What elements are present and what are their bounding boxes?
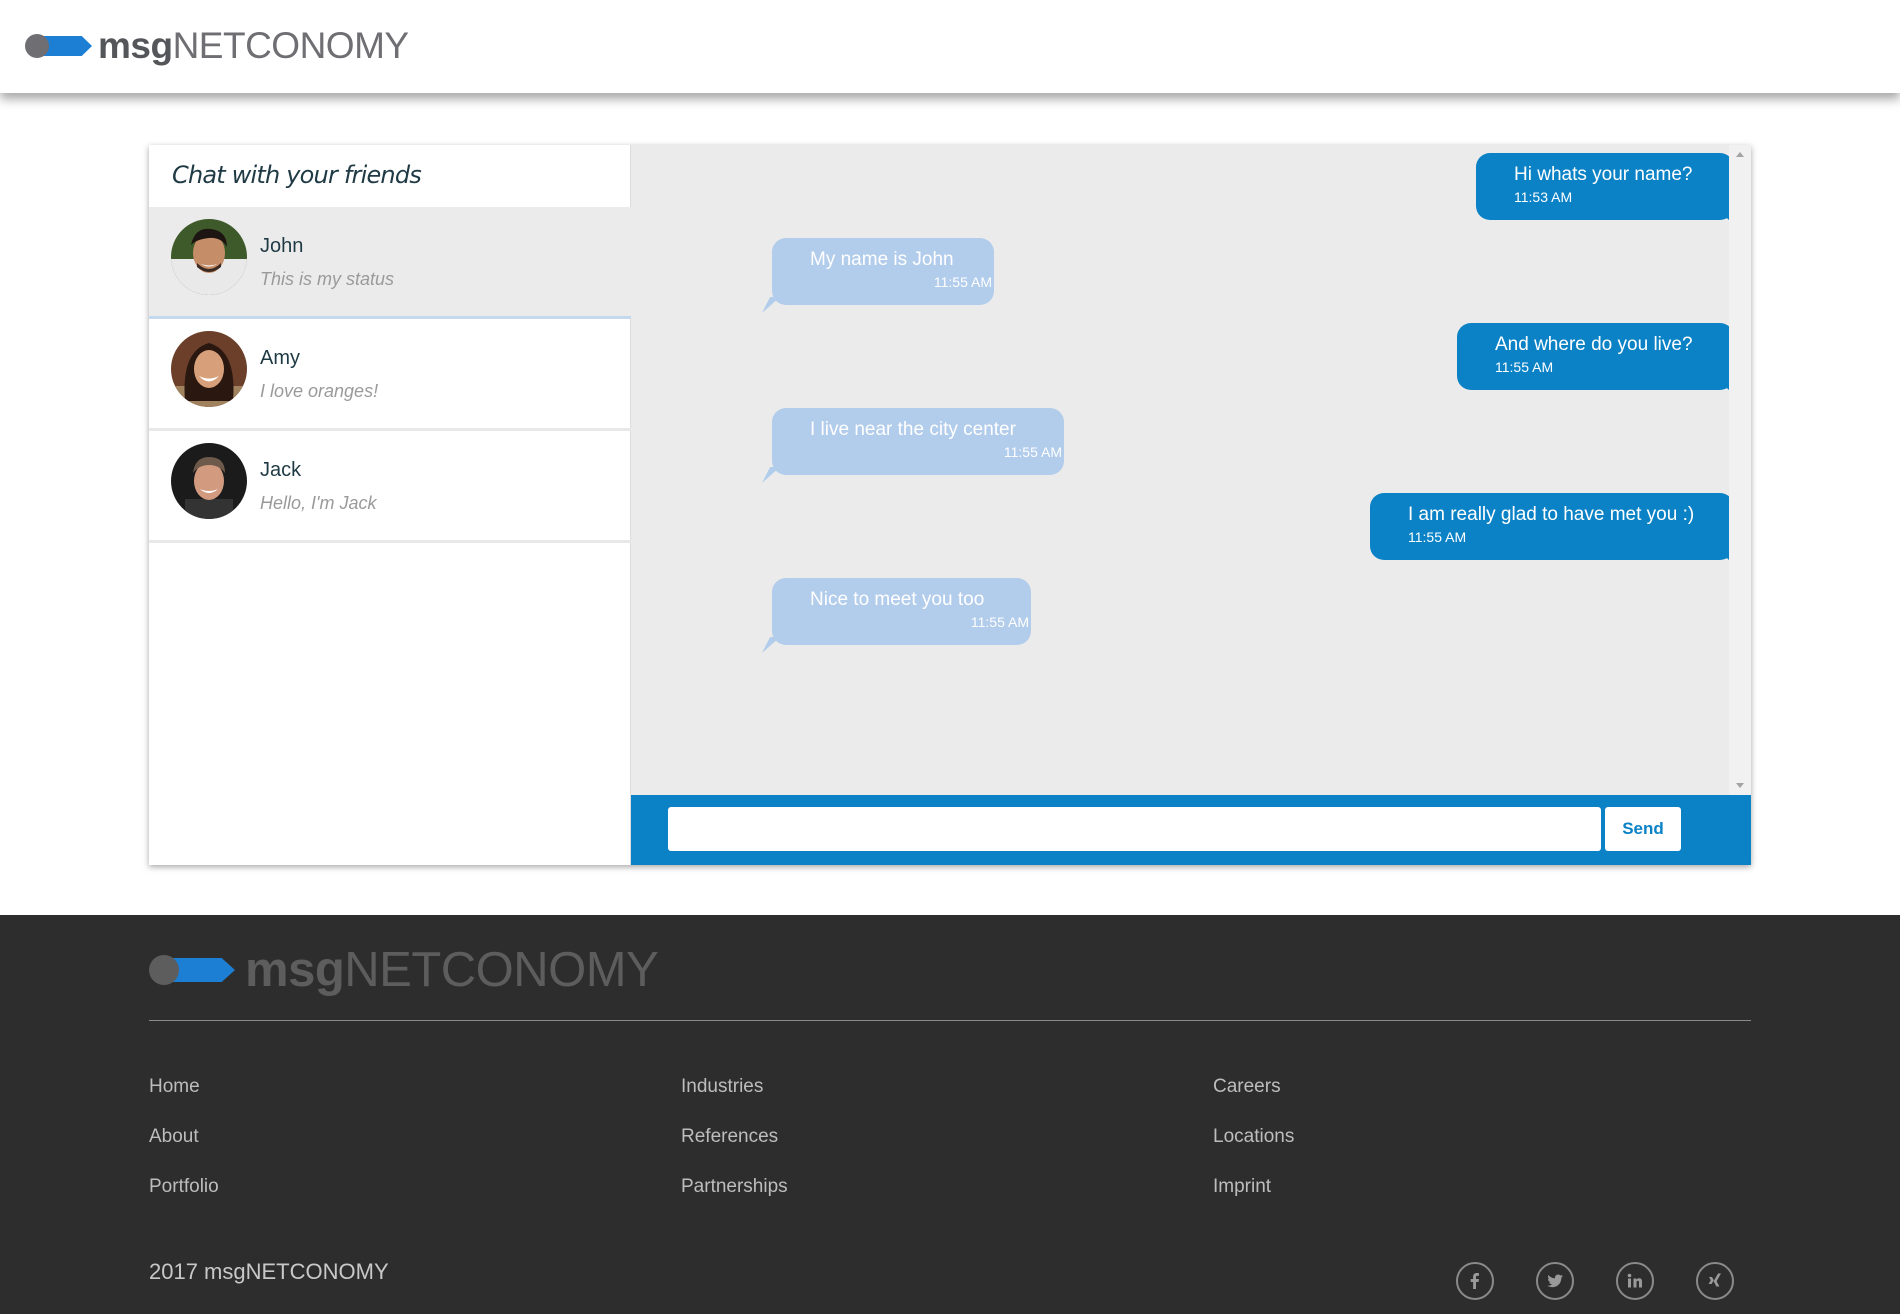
friend-status: This is my status [260,269,395,289]
footer-column: Industries References Partnerships [681,1072,788,1222]
footer-link-partnerships[interactable]: Partnerships [681,1172,788,1222]
footer-link-locations[interactable]: Locations [1213,1122,1294,1172]
friend-status: I love oranges! [260,381,379,401]
bubble-tail [762,297,780,313]
footer-divider [149,1020,1751,1021]
avatar [171,219,247,295]
friend-item-john[interactable]: John This is my status [149,207,631,319]
footer-link-portfolio[interactable]: Portfolio [149,1172,219,1222]
footer-logo[interactable]: msgNETCONOMY [149,943,659,997]
site-header: msgNETCONOMY [0,0,1900,93]
footer-link-careers[interactable]: Careers [1213,1072,1294,1122]
bubble-tail [762,637,780,653]
message-text: And where do you live? [1495,334,1693,355]
footer-link-references[interactable]: References [681,1122,788,1172]
message-scrollbar[interactable] [1729,145,1751,795]
sidebar-title: Chat with your friends [172,161,422,189]
message-bubble-sent: I am really glad to have met you :) 11:5… [1370,493,1738,568]
friend-name: Jack [260,459,302,481]
friend-name: John [260,235,304,257]
copyright-text: 2017 msgNETCONOMY [149,1259,389,1284]
logo-text: msgNETCONOMY [245,943,659,997]
friend-item-jack[interactable]: Jack Hello, I'm Jack [149,431,631,543]
header-logo[interactable]: msgNETCONOMY [25,25,409,66]
footer-link-industries[interactable]: Industries [681,1072,788,1122]
linkedin-icon[interactable] [1616,1262,1654,1300]
friend-item-amy[interactable]: Amy I love oranges! [149,319,631,431]
message-bubble-received: I live near the city center 11:55 AM [762,408,1064,483]
message-time: 11:55 AM [1495,359,1554,375]
friend-name: Amy [260,347,300,369]
message-composer: Send [631,795,1751,865]
message-time: 11:53 AM [1514,189,1573,205]
message-time: 11:55 AM [970,614,1029,630]
friends-sidebar: Chat with your friends John This is my s… [149,145,631,865]
footer-link-about[interactable]: About [149,1122,219,1172]
logo-text: msgNETCONOMY [98,25,409,66]
message-text: I am really glad to have met you :) [1408,504,1695,525]
send-button[interactable]: Send [1605,807,1681,851]
message-bubble-received: My name is John 11:55 AM [762,238,994,313]
avatar [171,443,247,519]
message-bubble-sent: Hi whats your name? 11:53 AM [1476,153,1738,228]
message-text: My name is John [810,249,954,270]
friend-status: Hello, I'm Jack [260,493,377,513]
message-time: 11:55 AM [933,274,992,290]
xing-icon[interactable] [1696,1262,1734,1300]
message-time: 11:55 AM [1408,529,1467,545]
message-text: Nice to meet you too [810,589,985,610]
message-list[interactable]: Hi whats your name? 11:53 AM My name is … [631,145,1751,795]
message-bubble-sent: And where do you live? 11:55 AM [1457,323,1738,398]
scroll-up-icon[interactable] [1736,152,1744,157]
chat-panel: Chat with your friends John This is my s… [149,145,1751,865]
bubble-tail [762,467,780,483]
footer-link-imprint[interactable]: Imprint [1213,1172,1294,1222]
footer-link-home[interactable]: Home [149,1072,219,1122]
footer-column: Home About Portfolio [149,1072,219,1222]
message-bubble-received: Nice to meet you too 11:55 AM [762,578,1031,653]
message-text: I live near the city center [810,419,1016,440]
message-input[interactable] [668,807,1601,851]
social-links [1456,1262,1734,1300]
twitter-icon[interactable] [1536,1262,1574,1300]
scroll-down-icon[interactable] [1736,783,1744,788]
footer-column: Careers Locations Imprint [1213,1072,1294,1222]
avatar [171,331,247,407]
logo-mark-icon [25,34,92,58]
facebook-icon[interactable] [1456,1262,1494,1300]
message-text: Hi whats your name? [1514,164,1693,185]
logo-mark-icon [149,955,235,985]
message-time: 11:55 AM [1003,444,1062,460]
site-footer: msgNETCONOMY Home About Portfolio Indust… [0,915,1900,1314]
